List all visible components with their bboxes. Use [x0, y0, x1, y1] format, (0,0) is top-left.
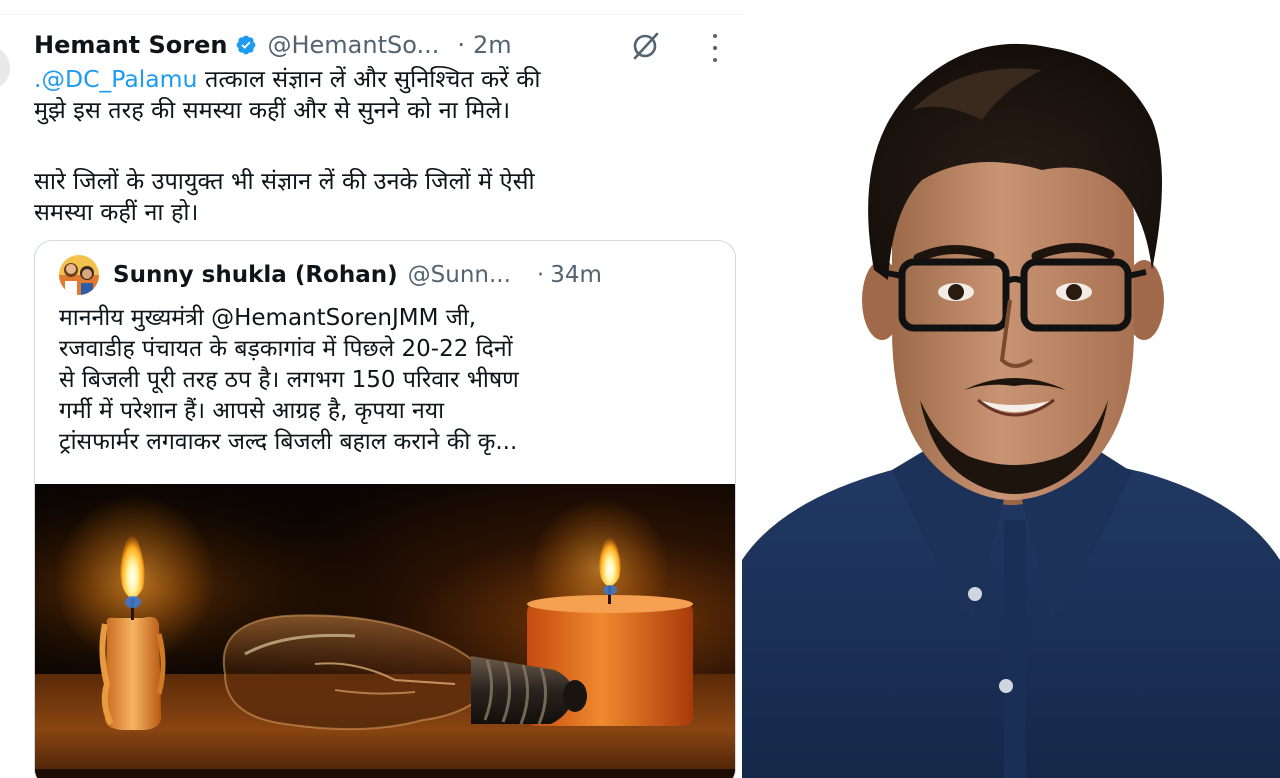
author-avatar[interactable]	[0, 46, 10, 90]
quoted-tweet[interactable]: Sunny shukla (Rohan) @Sunn... · 34m मानन…	[34, 240, 736, 778]
quoted-line: रजवाडीह पंचायत के बड़कागांव में पिछले 20…	[59, 336, 513, 362]
tweet-header: Hemant Soren @HemantSo... · 2m	[34, 28, 512, 62]
separator-dot: ·	[457, 31, 465, 59]
candles-and-light-bulb-photo[interactable]	[35, 484, 735, 778]
quoted-author-avatar[interactable]	[59, 255, 99, 295]
tweet-screenshot: Hemant Soren @HemantSo... · 2m .@DC_Pala…	[0, 0, 742, 778]
tweet-line: मुझे इस तरह की समस्या कहीं और से सुनने क…	[34, 96, 511, 124]
verified-badge-icon	[237, 35, 256, 55]
quoted-line: माननीय मुख्यमंत्री @HemantSorenJMM जी,	[59, 305, 477, 331]
tweet-line: तत्काल संज्ञान लें और सुनिश्चित करें की	[197, 65, 541, 93]
man-with-glasses-portrait-photo	[742, 0, 1280, 778]
quoted-line: ट्रांसफार्मर लगवाकर जल्द बिजली बहाल करान…	[59, 429, 518, 455]
tweet-text: .@DC_Palamu तत्काल संज्ञान लें और सुनिश्…	[34, 64, 714, 228]
quoted-line: से बिजली पूरी तरह ठप है। लगभग 150 परिवार…	[59, 367, 519, 393]
divider	[0, 14, 742, 15]
grok-icon[interactable]	[630, 31, 660, 61]
separator-dot: ·	[536, 262, 545, 288]
quoted-tweet-text: माननीय मुख्यमंत्री @HemantSorenJMM जी, र…	[59, 303, 719, 458]
author-handle[interactable]: @HemantSo...	[267, 31, 439, 59]
quoted-line: गर्मी में परेशान हैं। आपसे आग्रह है, कृप…	[59, 398, 445, 424]
quoted-tweet-header: Sunny shukla (Rohan) @Sunn... · 34m	[59, 255, 602, 295]
mention-link[interactable]: .@DC_Palamu	[34, 65, 197, 93]
more-options-icon[interactable]	[708, 34, 722, 62]
quoted-author-name[interactable]: Sunny shukla (Rohan)	[113, 262, 398, 288]
quoted-author-handle[interactable]: @Sunn...	[408, 262, 511, 288]
author-name[interactable]: Hemant Soren	[34, 31, 227, 59]
tweet-line: सारे जिलों के उपायुक्त भी संज्ञान लें की…	[34, 167, 535, 195]
quoted-timestamp[interactable]: 34m	[550, 262, 602, 288]
tweet-line: समस्या कहीं ना हो।	[34, 198, 199, 226]
tweet-timestamp[interactable]: 2m	[473, 31, 512, 59]
